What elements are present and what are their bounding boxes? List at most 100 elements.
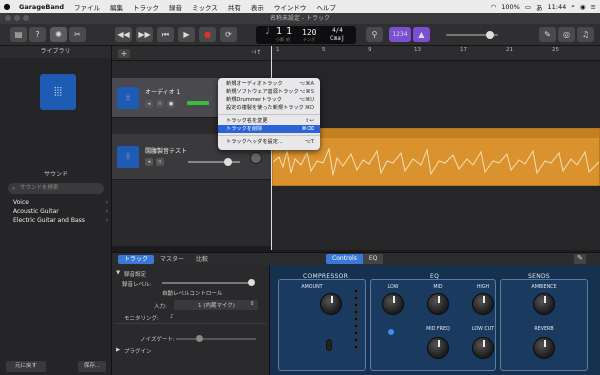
eq-high-knob[interactable] — [472, 293, 494, 315]
menu-item-new-track-with-duplicate-settings[interactable]: 設定の複製を使った新規トラック ⌘D — [218, 104, 320, 112]
eq-high-label: HIGH — [476, 285, 490, 290]
notification-center-icon[interactable]: ≡ — [591, 3, 596, 11]
revert-button[interactable]: 元に戻す — [6, 361, 46, 372]
eq-mid-label: MID — [433, 285, 443, 290]
track-volume-knob[interactable] — [224, 158, 232, 166]
track-name[interactable]: オーディオ 1 — [145, 87, 180, 96]
lcd-tempo[interactable]: 120 — [302, 28, 316, 37]
menu-file[interactable]: ファイル — [69, 2, 105, 12]
ambience-knob[interactable] — [533, 293, 555, 315]
lcd-key[interactable]: Cmaj — [330, 35, 344, 42]
cycle-button[interactable]: ⟳ — [220, 27, 237, 42]
library-item-voice[interactable]: Voice › — [0, 198, 112, 207]
tab-track[interactable]: トラック — [118, 255, 155, 264]
media-browser-button[interactable]: ♫ — [577, 27, 594, 42]
quick-help-button[interactable]: ? — [29, 27, 46, 42]
headphones-icon[interactable]: ∩ — [156, 100, 164, 108]
menu-help[interactable]: ヘルプ — [311, 2, 341, 12]
disclosure-triangle-icon[interactable]: ▼ — [116, 270, 120, 276]
noise-gate-slider[interactable] — [176, 338, 256, 340]
menu-window[interactable]: ウインドウ — [269, 2, 312, 12]
track-volume-slider[interactable] — [188, 161, 240, 163]
compressor-switch[interactable] — [326, 339, 332, 351]
menu-share[interactable]: 共有 — [223, 2, 246, 12]
close-window-button[interactable] — [5, 15, 11, 21]
go-to-beginning-button[interactable]: ⏮ — [157, 27, 174, 42]
audio-region[interactable] — [272, 128, 600, 186]
menu-item-new-software-instrument-track[interactable]: 新規ソフトウェア音源トラック ⌥⌘S — [218, 88, 320, 96]
menu-edit[interactable]: 編集 — [105, 2, 128, 12]
fast-forward-button[interactable]: ▶▶ — [136, 27, 153, 42]
menu-app-name[interactable]: GarageBand — [14, 3, 69, 11]
lcd-time-signature[interactable]: 4/4 — [332, 27, 343, 34]
minimize-window-button[interactable] — [14, 15, 20, 21]
region-title-bar[interactable] — [273, 129, 599, 138]
menu-mix[interactable]: ミックス — [187, 2, 223, 12]
eq-power-led[interactable] — [388, 329, 394, 335]
editors-button[interactable]: ✂ — [69, 27, 86, 42]
menu-clock[interactable]: 11:44 — [548, 3, 567, 11]
battery-icon[interactable]: ▭ — [525, 3, 531, 11]
master-volume-knob[interactable] — [486, 31, 494, 39]
notepad-button[interactable]: ✎ — [539, 27, 556, 42]
menu-item-configure-track-header[interactable]: トラックヘッダを設定... ⌥T — [218, 138, 320, 146]
menu-track[interactable]: トラック — [128, 2, 164, 12]
play-button[interactable]: ▶ — [178, 27, 195, 42]
catch-playhead-icon[interactable]: ⊣↑ — [251, 49, 261, 56]
edit-pencil-icon[interactable]: ✎ — [574, 254, 586, 264]
track-name[interactable]: 闊腹製音テスト — [145, 146, 187, 155]
user-avatar-icon[interactable]: ◉ — [580, 3, 586, 11]
metronome-button[interactable]: ▲ — [413, 27, 430, 42]
amount-knob[interactable] — [320, 293, 342, 315]
smart-controls-button[interactable]: ✺ — [50, 27, 67, 42]
noise-gate-knob[interactable] — [196, 335, 203, 342]
loop-browser-button[interactable]: ◎ — [558, 27, 575, 42]
tab-eq[interactable]: EQ — [362, 254, 384, 264]
record-level-slider[interactable] — [162, 282, 252, 284]
save-patch-button[interactable]: 保存... — [78, 361, 106, 372]
add-track-button[interactable]: + — [118, 49, 130, 58]
reverb-knob[interactable] — [533, 337, 555, 359]
tab-controls[interactable]: Controls — [326, 254, 363, 264]
eq-mid-freq-knob[interactable] — [427, 337, 449, 359]
input-source-icon[interactable]: あ — [536, 2, 543, 12]
disclosure-triangle-icon[interactable]: ▶ — [116, 347, 120, 353]
library-item-electric-guitar-bass[interactable]: Electric Guitar and Bass › — [0, 216, 112, 225]
control-bar: ▤ ? ✺ ✂ ◀◀ ▶▶ ⏮ ▶ ● ⟳ ♩ 1 1 小節 拍 120 テンポ… — [0, 24, 600, 46]
count-in-button[interactable]: 1234 — [389, 27, 411, 42]
tab-master[interactable]: マスター — [154, 255, 190, 264]
record-button[interactable]: ● — [199, 27, 216, 42]
menu-item-rename-track[interactable]: トラック名を変更 ⇧↩ — [218, 117, 320, 125]
record-enable-button[interactable]: ● — [167, 100, 175, 108]
monitoring-toggle-icon[interactable]: ♪ — [170, 314, 174, 320]
eq-low-cut-knob[interactable] — [472, 337, 494, 359]
menu-record[interactable]: 録音 — [164, 2, 187, 12]
input-select[interactable]: 1 (内蔵マイク) ⇕ — [174, 300, 258, 310]
plugins-heading[interactable]: プラグイン — [124, 347, 152, 355]
menu-item-new-audio-track[interactable]: 新規オーディオトラック ⌥⌘A — [218, 80, 320, 88]
noise-gate-label[interactable]: ノイズゲート: — [140, 335, 175, 343]
eq-low-knob[interactable] — [382, 293, 404, 315]
track-pan-knob[interactable] — [250, 152, 262, 164]
mute-button[interactable]: ◂ — [145, 158, 153, 166]
library-search-input[interactable]: ⌕ サウンドを検索 — [8, 183, 104, 194]
library-item-acoustic-guitar[interactable]: Acoustic Guitar › — [0, 207, 112, 216]
rewind-button[interactable]: ◀◀ — [115, 27, 132, 42]
timeline-ruler[interactable]: 1 5 9 13 17 21 25 — [272, 46, 600, 61]
auto-level-checkbox-label[interactable]: 自動レベルコントロール — [162, 289, 222, 297]
menu-item-delete-track[interactable]: トラックを削除 ⌘⌫ — [218, 125, 320, 133]
tab-compare[interactable]: 比較 — [190, 255, 214, 264]
menu-view[interactable]: 表示 — [246, 2, 269, 12]
wifi-icon[interactable]: ◠ — [491, 3, 497, 11]
eq-mid-knob[interactable] — [427, 293, 449, 315]
menu-item-new-drummer-track[interactable]: 新規Drummerトラック ⌥⌘U — [218, 96, 320, 104]
mute-button[interactable]: ◂ — [145, 100, 153, 108]
zoom-window-button[interactable] — [23, 15, 29, 21]
search-icon[interactable]: ⌕ — [571, 2, 575, 11]
record-level-knob[interactable] — [248, 279, 255, 286]
library-toggle-button[interactable]: ▤ — [10, 27, 27, 42]
lcd-display[interactable]: ♩ 1 1 小節 拍 120 テンポ 4/4 Cmaj — [256, 26, 356, 44]
apple-menu-icon[interactable]: ● — [0, 2, 14, 11]
tuner-button[interactable]: ⚲ — [366, 27, 383, 42]
headphones-icon[interactable]: ∩ — [156, 158, 164, 166]
